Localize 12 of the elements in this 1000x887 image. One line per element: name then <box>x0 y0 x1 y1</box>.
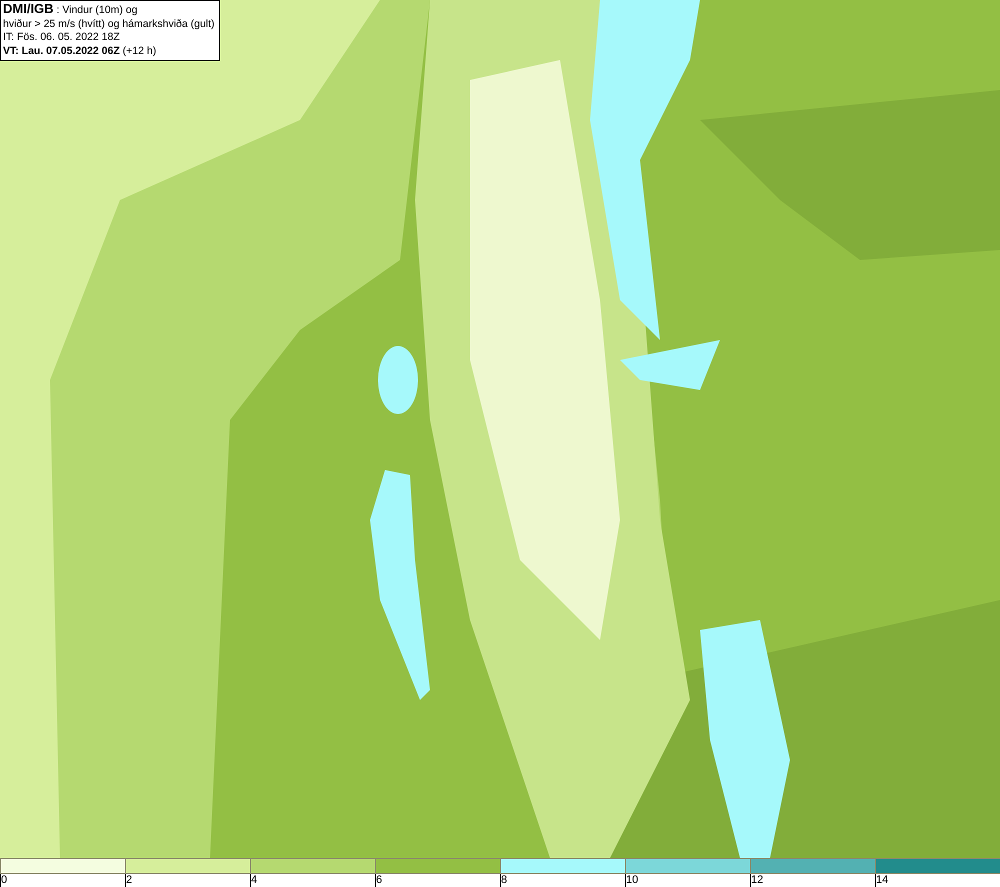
legend-tick-label: 4 <box>250 874 258 887</box>
legend-tick-label: 14 <box>875 874 888 887</box>
legend-tick-label: 0 <box>0 874 8 887</box>
legend-tick-label: 12 <box>750 874 764 887</box>
legend-tick-label: 8 <box>500 874 508 887</box>
info-text: DMI/IGB : Vindur (10m) og <box>3 2 138 18</box>
legend-tick-label: 6 <box>375 874 382 887</box>
info-text: hviður > 25 m/s (hvítt) og hámarkshviða (gult) <box>3 18 215 31</box>
info-text: IT: Fös. 06. 05. 2022 18Z <box>3 31 121 44</box>
info-text: VT: Lau. 07.05.2022 06Z (+12 h) <box>3 44 158 58</box>
legend-tick-label: 10 <box>625 874 638 887</box>
legend-tick-label: 2 <box>125 874 132 887</box>
